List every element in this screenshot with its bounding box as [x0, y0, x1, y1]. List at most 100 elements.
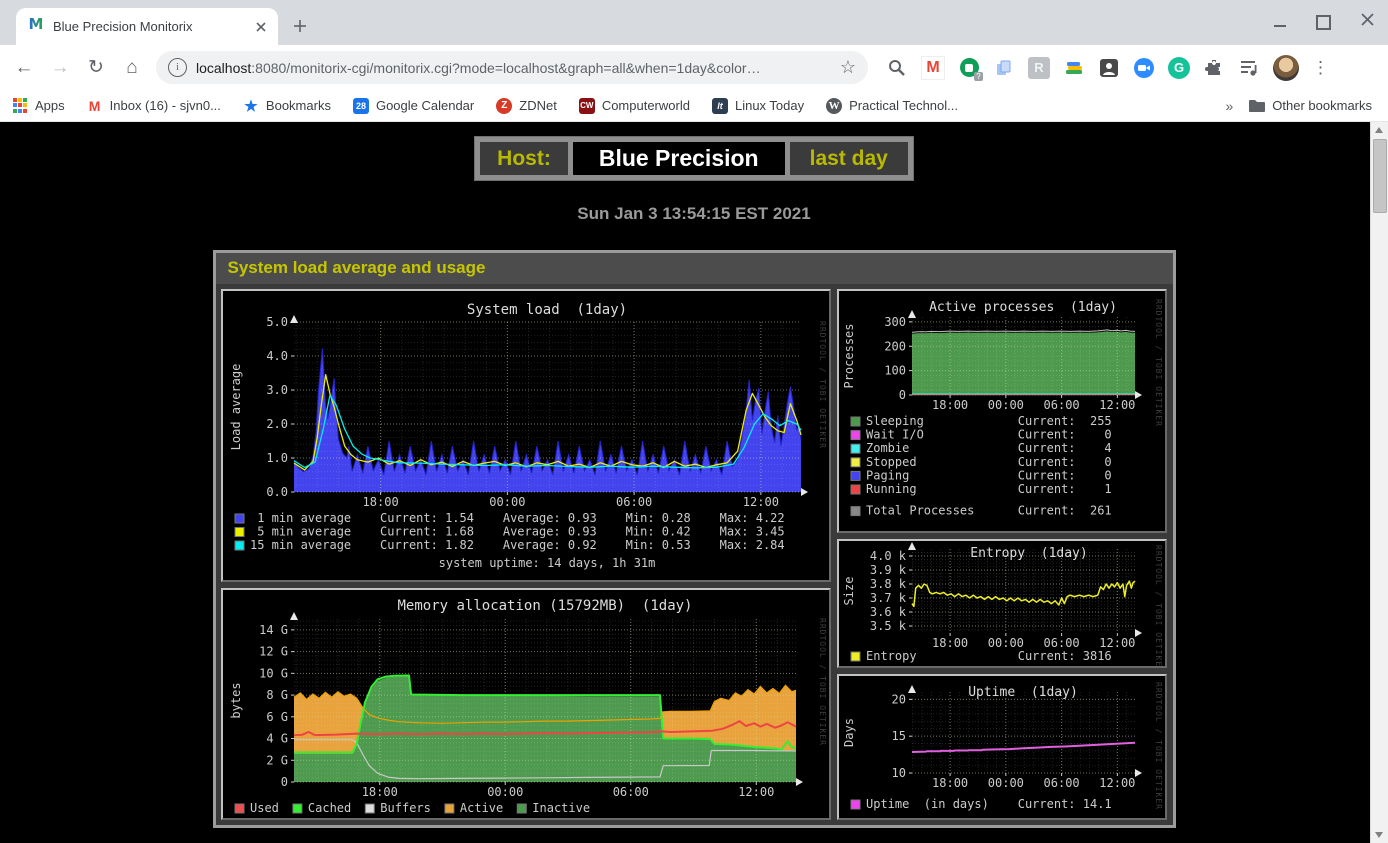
memory-allocation-graph[interactable]: 02 G4 G6 G8 G10 G12 G14 G18:0000:0006:00… — [221, 588, 831, 820]
svg-text:RRDTOOL / TOBI OETIKER: RRDTOOL / TOBI OETIKER — [1154, 545, 1163, 666]
svg-text:1 min average Current: 1.54: 1 min average Current: 1.54 Average: 0.9… — [250, 511, 785, 525]
tab-close-icon[interactable] — [252, 18, 270, 36]
grammarly-extension-icon[interactable]: G — [1168, 57, 1190, 79]
svg-text:00:00: 00:00 — [489, 495, 525, 509]
copy-pages-extension-icon[interactable] — [993, 57, 1015, 79]
search-extension-icon[interactable] — [886, 57, 908, 79]
scrollbar-up-arrow[interactable] — [1375, 127, 1383, 133]
svg-text:system uptime: 14 days, 1h 31m: system uptime: 14 days, 1h 31m — [438, 556, 655, 570]
svg-text:System load (1day): System load (1day) — [466, 302, 626, 318]
svg-text:Load average: Load average — [229, 364, 243, 451]
svg-text:Running Current:: Running Current: 1 — [866, 482, 1112, 496]
svg-text:0: 0 — [280, 775, 287, 789]
bookmark-google-calendar[interactable]: 28 Google Calendar — [353, 98, 474, 114]
uptime-graph[interactable]: 10152018:0000:0006:0012:00Uptime (1day)D… — [837, 674, 1167, 820]
maximize-button[interactable] — [1316, 15, 1331, 30]
svg-text:12:00: 12:00 — [742, 495, 778, 509]
bookmark-label: Linux Today — [735, 98, 804, 113]
bookmarks-overflow-chevron[interactable]: » — [1226, 98, 1234, 114]
zoom-extension-icon[interactable] — [1133, 57, 1155, 79]
close-window-button[interactable] — [1361, 13, 1374, 31]
svg-text:RRDTOOL / TOBI OETIKER: RRDTOOL / TOBI OETIKER — [1154, 299, 1163, 427]
back-button[interactable]: ← — [9, 53, 39, 83]
svg-text:Total Processes Current:: Total Processes Current: 261 — [866, 504, 1112, 518]
svg-text:12 G: 12 G — [259, 645, 288, 659]
forward-button[interactable]: → — [45, 53, 75, 83]
gmail-icon: M — [87, 98, 103, 114]
bookmark-linux-today[interactable]: lt Linux Today — [712, 98, 804, 114]
bookmark-apps[interactable]: Apps — [12, 98, 65, 114]
svg-text:3.9 k: 3.9 k — [869, 563, 906, 577]
host-name: Blue Precision — [573, 142, 785, 175]
page-datetime: Sun Jan 3 13:54:15 EST 2021 — [0, 204, 1388, 224]
active-processes-graph[interactable]: 010020030018:0000:0006:0012:00Active pro… — [837, 289, 1167, 533]
scrollbar-down-arrow[interactable] — [1375, 832, 1383, 838]
chart-canvas-load: 0.01.02.03.04.05.018:0000:0006:0012:00Sy… — [223, 291, 829, 580]
account-extension-icon[interactable] — [1098, 57, 1120, 79]
playlist-extension-icon[interactable] — [1238, 57, 1260, 79]
new-tab-button[interactable] — [286, 12, 314, 40]
bookmark-label: Google Calendar — [376, 98, 474, 113]
window-controls — [1274, 13, 1374, 31]
voice-extension-icon[interactable]: ? — [958, 57, 980, 79]
home-button[interactable]: ⌂ — [117, 53, 147, 83]
extensions-puzzle-icon[interactable] — [1203, 57, 1225, 79]
svg-text:5.0: 5.0 — [266, 315, 288, 329]
address-bar[interactable]: i localhost:8080/monitorix-cgi/monitorix… — [156, 51, 868, 84]
svg-text:2 G: 2 G — [266, 753, 288, 767]
browser-tab[interactable]: M Blue Precision Monitorix — [16, 8, 278, 45]
svg-text:Wait I/O Current:: Wait I/O Current: 0 — [866, 428, 1112, 442]
scrollbar-thumb[interactable] — [1373, 139, 1387, 213]
books-extension-icon[interactable] — [1063, 57, 1085, 79]
bookmark-practical-technology[interactable]: W Practical Technol... — [826, 98, 958, 114]
browser-toolbar: ← → ↻ ⌂ i localhost:8080/monitorix-cgi/m… — [0, 45, 1388, 90]
profile-avatar[interactable] — [1273, 55, 1299, 81]
url-text[interactable]: localhost:8080/monitorix-cgi/monitorix.c… — [196, 60, 832, 76]
minimize-button[interactable] — [1274, 25, 1286, 27]
r-extension-icon[interactable]: R — [1028, 57, 1050, 79]
gmail-extension-icon[interactable]: M — [921, 56, 945, 80]
svg-text:Stopped Current:: Stopped Current: 0 — [866, 455, 1112, 469]
bookmark-label: ZDNet — [519, 98, 557, 113]
bookmark-zdnet[interactable]: Z ZDNet — [496, 98, 557, 114]
chart-canvas-procs: 010020030018:0000:0006:0012:00Active pro… — [839, 291, 1165, 531]
svg-text:RRDTOOL / TOBI OETIKER: RRDTOOL / TOBI OETIKER — [818, 321, 827, 449]
when-selector[interactable]: last day — [790, 142, 908, 175]
svg-text:0.0: 0.0 — [266, 485, 288, 499]
page-viewport: Host: Blue Precision last day Sun Jan 3 … — [0, 122, 1388, 843]
svg-text:00:00: 00:00 — [487, 785, 523, 799]
svg-text:300: 300 — [884, 315, 906, 329]
browser-menu-icon[interactable]: ⋮ — [1312, 58, 1329, 78]
svg-text:200: 200 — [884, 339, 906, 353]
bookmark-computerworld[interactable]: CW Computerworld — [579, 98, 690, 114]
tab-title: Blue Precision Monitorix — [53, 19, 252, 34]
svg-text:06:00: 06:00 — [1043, 776, 1079, 790]
host-table: Host: Blue Precision last day — [474, 136, 914, 181]
svg-text:RRDTOOL / TOBI OETIKER: RRDTOOL / TOBI OETIKER — [818, 618, 827, 746]
system-load-graph[interactable]: 0.01.02.03.04.05.018:0000:0006:0012:00Sy… — [221, 289, 831, 582]
site-info-icon[interactable]: i — [168, 58, 187, 77]
svg-text:3.6 k: 3.6 k — [869, 605, 906, 619]
svg-text:M: M — [29, 16, 44, 32]
svg-text:Inactive: Inactive — [532, 801, 590, 815]
browser-window: M Blue Precision Monitorix ← → ↻ ⌂ i loc… — [0, 0, 1388, 843]
svg-text:Memory allocation (15792MB) (: Memory allocation (15792MB) (1day) — [397, 598, 692, 614]
page-scrollbar[interactable] — [1370, 122, 1388, 843]
svg-text:Days: Days — [842, 718, 856, 747]
svg-text:0: 0 — [898, 388, 905, 402]
system-load-section: System load average and usage 0.01.02.03… — [213, 250, 1176, 828]
svg-text:10 G: 10 G — [259, 666, 288, 680]
monitorix-favicon-icon: M — [28, 16, 44, 37]
bookmark-inbox[interactable]: M Inbox (16) - sjvn0... — [87, 98, 221, 114]
svg-text:5 min average Current: 1.68: 5 min average Current: 1.68 Average: 0.9… — [250, 525, 785, 539]
svg-text:15: 15 — [891, 729, 905, 743]
bookmark-star-icon[interactable]: ☆ — [840, 57, 856, 78]
bookmark-bookmarks[interactable]: ★ Bookmarks — [243, 98, 331, 114]
svg-text:8 G: 8 G — [266, 688, 288, 702]
svg-text:4.0: 4.0 — [266, 349, 288, 363]
tab-strip: M Blue Precision Monitorix — [0, 0, 1388, 45]
svg-text:14 G: 14 G — [259, 623, 288, 637]
other-bookmarks[interactable]: Other bookmarks — [1249, 98, 1372, 114]
entropy-graph[interactable]: 3.5 k3.6 k3.7 k3.8 k3.9 k4.0 k18:0000:00… — [837, 539, 1167, 668]
reload-button[interactable]: ↻ — [81, 53, 111, 83]
